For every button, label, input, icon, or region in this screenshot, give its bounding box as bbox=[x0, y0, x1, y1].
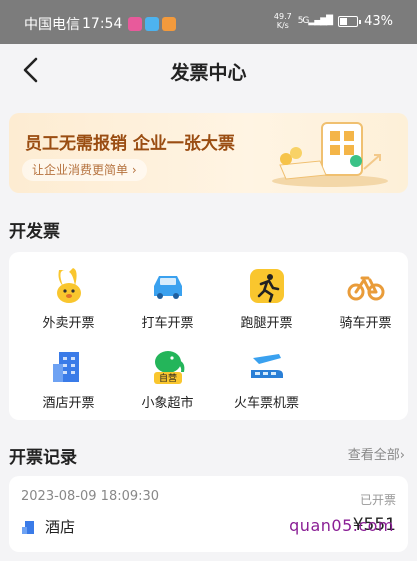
notification-icons bbox=[128, 17, 177, 31]
hotel-icon bbox=[22, 520, 34, 534]
nav-bar: 发票中心 bbox=[0, 44, 417, 96]
banner-subtitle-link[interactable]: 让企业消费更简单 › bbox=[22, 159, 147, 181]
hotel-icon bbox=[49, 346, 89, 386]
status-right: 49.7 K/s 5G▂▄▆█ 43% bbox=[274, 12, 393, 30]
status-left: 中国电信 17:54 bbox=[24, 14, 177, 34]
invoice-illustration-icon bbox=[272, 122, 388, 187]
record-status: 已开票 bbox=[359, 493, 396, 507]
news-app-icon bbox=[162, 17, 177, 31]
train-flight-invoice[interactable]: 火车票机票 bbox=[217, 346, 316, 416]
invoice-grid: 外卖开票 打车开票 跑腿开票 骑车开票 酒店开票 自营 小象超市 火车票机票 bbox=[9, 252, 408, 420]
train-plane-icon bbox=[247, 346, 287, 386]
video-app-icon bbox=[128, 17, 143, 31]
signal-icon: 5G▂▄▆█ bbox=[297, 16, 333, 26]
battery-icon bbox=[338, 15, 362, 27]
clock: 17:54 bbox=[82, 16, 123, 32]
self-operated-badge: 自营 bbox=[158, 372, 176, 384]
record-time: 2023-08-09 18:09:30 bbox=[21, 489, 160, 504]
battery-percent: 43% bbox=[364, 13, 393, 29]
network-speed: 49.7 K/s bbox=[273, 12, 292, 30]
bike-invoice[interactable]: 骑车开票 bbox=[316, 266, 415, 336]
hotel-invoice[interactable]: 酒店开票 bbox=[19, 346, 118, 416]
car-icon bbox=[148, 266, 188, 306]
supermarket-invoice[interactable]: 自营 小象超市 bbox=[118, 346, 217, 416]
watermark-text: quan05.com bbox=[289, 516, 394, 535]
banner-title: 员工无需报销 企业一张大票 bbox=[25, 134, 235, 154]
carrier-label: 中国电信 bbox=[24, 17, 80, 33]
record-name: 酒店 bbox=[21, 516, 75, 537]
runner-icon bbox=[247, 266, 287, 306]
view-all-link[interactable]: 查看全部› bbox=[348, 444, 405, 463]
invoice-record[interactable]: 2023-08-09 18:09:30 已开票 酒店 ¥551 quan05.c… bbox=[9, 476, 408, 552]
bicycle-icon bbox=[346, 266, 386, 306]
taxi-invoice[interactable]: 打车开票 bbox=[118, 266, 217, 336]
errand-invoice[interactable]: 跑腿开票 bbox=[217, 266, 316, 336]
takeout-rabbit-icon bbox=[49, 266, 89, 306]
page-title: 发票中心 bbox=[170, 62, 247, 84]
invoice-section-title: 开发票 bbox=[9, 222, 60, 242]
takeout-invoice[interactable]: 外卖开票 bbox=[19, 266, 118, 336]
records-section-title: 开票记录 bbox=[9, 448, 77, 468]
reader-app-icon bbox=[145, 17, 160, 31]
status-bar: 中国电信 17:54 49.7 K/s 5G▂▄▆█ 43% bbox=[0, 0, 417, 44]
enterprise-invoice-banner[interactable]: 员工无需报销 企业一张大票 让企业消费更简单 › bbox=[9, 113, 408, 193]
elephant-icon: 自营 bbox=[148, 346, 188, 386]
